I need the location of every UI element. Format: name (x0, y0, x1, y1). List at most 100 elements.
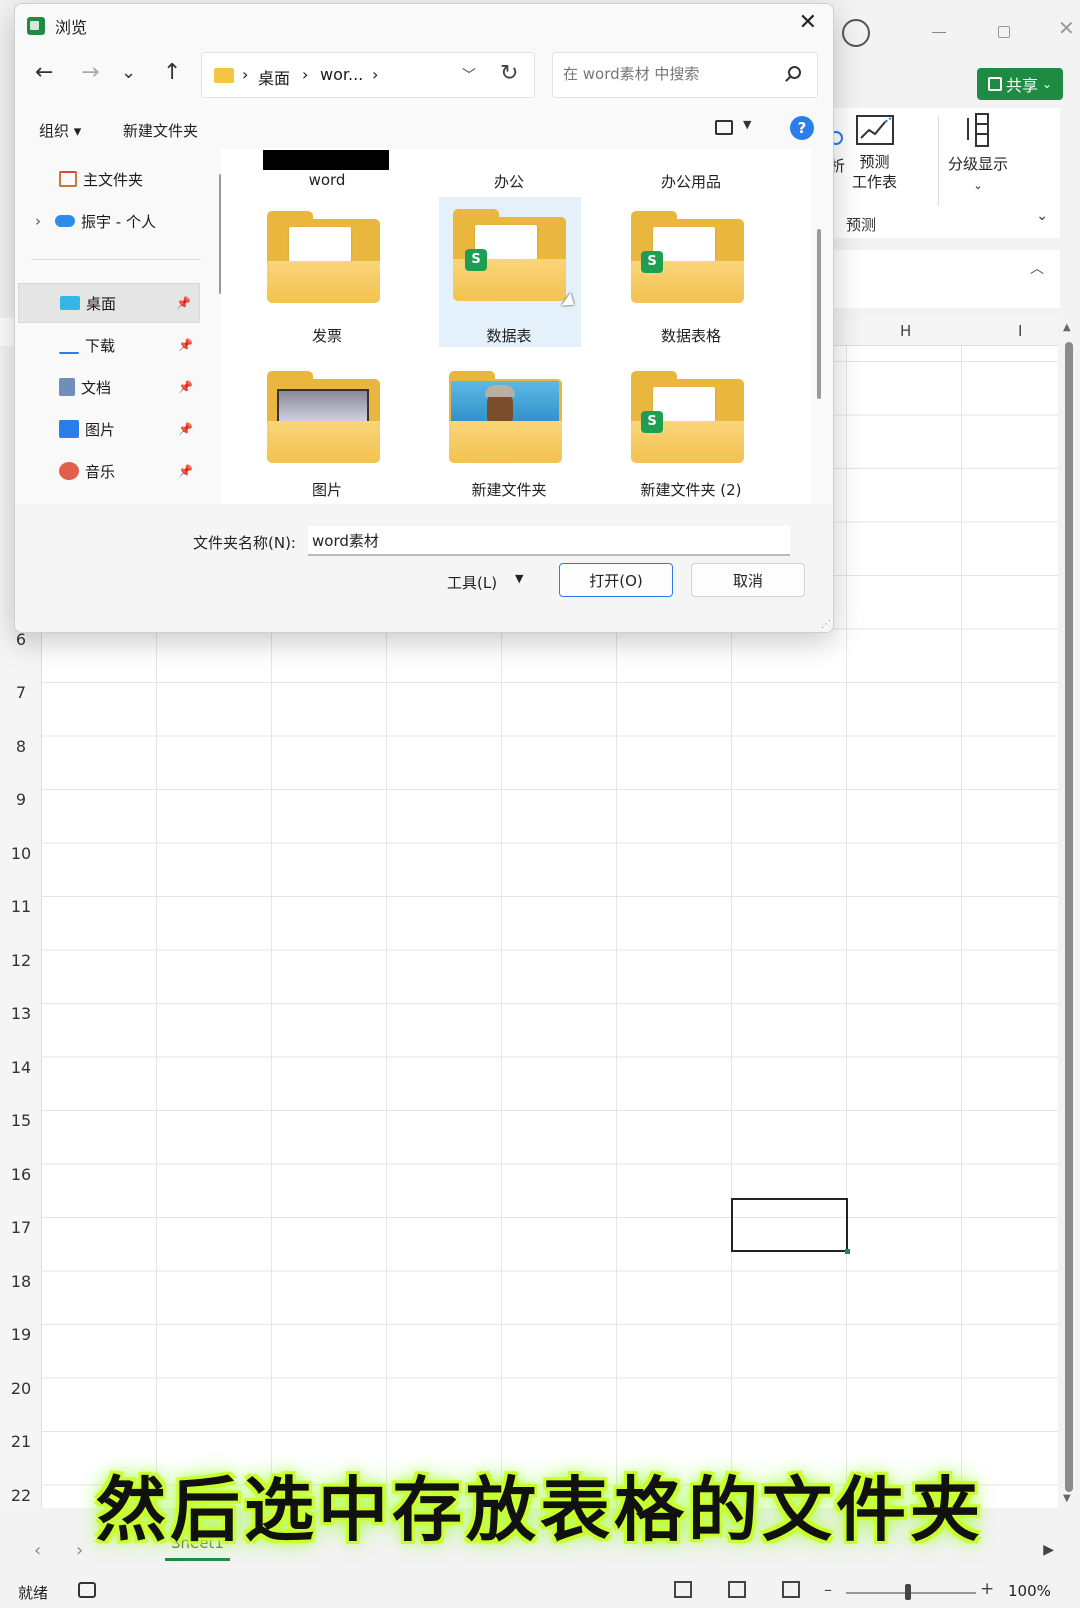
tools-button[interactable]: 工具(L) (447, 572, 497, 593)
share-button[interactable]: 共享 ⌄ (977, 68, 1063, 100)
pin-icon[interactable]: 📌 (176, 296, 191, 310)
normal-view-icon[interactable] (674, 1581, 692, 1598)
folder-name[interactable]: 新建文件夹 (429, 479, 589, 500)
pin-icon[interactable]: 📌 (178, 380, 193, 394)
folder-label-office[interactable]: 办公 (429, 171, 589, 192)
zoom-slider-thumb[interactable] (905, 1584, 911, 1600)
scroll-up-icon[interactable]: ▲ (1063, 322, 1071, 333)
breadcrumb-word[interactable]: wor... (320, 65, 363, 84)
folder-name[interactable]: 数据表格 (611, 325, 771, 346)
maximize-icon[interactable] (998, 26, 1010, 38)
document-icon (59, 378, 75, 396)
cancel-button[interactable]: 取消 (691, 563, 805, 597)
row-17[interactable]: 17 (0, 1218, 42, 1237)
organize-button[interactable]: 组织 ▾ (39, 120, 81, 141)
new-folder-button[interactable]: 新建文件夹 (123, 120, 198, 141)
nav-item-music[interactable]: 音乐 📌 (15, 451, 201, 491)
page-layout-icon[interactable] (728, 1581, 746, 1598)
row-21[interactable]: 21 (0, 1432, 42, 1451)
row-14[interactable]: 14 (0, 1058, 42, 1077)
file-list[interactable]: word 办公 办公用品 发票 S 数据表 S 数据表格 图片 新建文件夹 S … (221, 149, 811, 504)
resize-grip-icon[interactable]: ⋰ (821, 619, 831, 630)
row-19[interactable]: 19 (0, 1325, 42, 1344)
zoom-level[interactable]: 100% (1008, 1582, 1051, 1600)
forecast-sheet-button[interactable]: 预测 工作表 (852, 112, 897, 192)
folder-name[interactable]: 发票 (247, 325, 407, 346)
nav-item-label: 桌面 (86, 294, 117, 313)
close-icon[interactable]: ✕ (799, 10, 817, 35)
formula-bar[interactable]: ︿ (830, 250, 1060, 308)
view-icon[interactable] (715, 120, 733, 135)
pin-icon[interactable]: 📌 (178, 338, 193, 352)
row-7[interactable]: 7 (0, 683, 42, 702)
column-h[interactable]: H (900, 322, 911, 340)
ribbon-collapse-icon[interactable]: ⌄ (1036, 208, 1048, 224)
search-box[interactable] (552, 52, 818, 98)
expand-chevron-icon[interactable]: › (35, 212, 41, 230)
share-label: 共享 (1005, 76, 1038, 95)
address-bar[interactable]: › 桌面 › wor... › ﹀ ↻ (201, 52, 535, 98)
tools-dropdown-icon[interactable]: ▼ (515, 572, 523, 585)
folder-name[interactable]: 图片 (247, 479, 407, 500)
row-18[interactable]: 18 (0, 1272, 42, 1291)
folder-name[interactable]: 数据表 (429, 325, 589, 346)
minimize-icon[interactable] (932, 32, 946, 33)
breadcrumb-desktop[interactable]: 桌面 (258, 65, 290, 89)
help-icon[interactable]: ? (790, 116, 814, 140)
selected-cell[interactable] (731, 1198, 850, 1254)
recent-locations-icon[interactable]: ⌄ (121, 62, 136, 83)
open-button[interactable]: 打开(O) (559, 563, 673, 597)
folder-label-office-supplies[interactable]: 办公用品 (611, 171, 771, 192)
page-break-icon[interactable] (782, 1581, 800, 1598)
accessibility-icon[interactable] (78, 1582, 96, 1598)
nav-item-downloads[interactable]: 下载 📌 (15, 325, 201, 365)
pin-icon[interactable]: 📌 (178, 464, 193, 478)
row-13[interactable]: 13 (0, 1004, 42, 1023)
window-close-icon[interactable]: ✕ (1058, 16, 1075, 40)
search-input[interactable] (563, 65, 773, 83)
view-dropdown-icon[interactable]: ▼ (743, 118, 751, 131)
vertical-scrollbar[interactable]: ▲ ▼ (1058, 318, 1080, 1508)
row-10[interactable]: 10 (0, 844, 42, 863)
row-12[interactable]: 12 (0, 951, 42, 970)
row-16[interactable]: 16 (0, 1165, 42, 1184)
zoom-out-icon[interactable]: – (824, 1580, 832, 1599)
nav-item-home[interactable]: 主文件夹 (15, 159, 215, 199)
forward-icon[interactable]: → (81, 60, 99, 85)
nav-item-label: 文档 (81, 378, 112, 397)
up-icon[interactable]: ↑ (163, 60, 181, 85)
breadcrumb-sep[interactable]: › (302, 65, 308, 84)
content-scrollbar[interactable] (817, 229, 821, 399)
nav-item-documents[interactable]: 文档 📌 (15, 367, 201, 407)
breadcrumb-sep[interactable]: › (372, 65, 378, 84)
row-15[interactable]: 15 (0, 1111, 42, 1130)
folder-label-word[interactable]: word (247, 171, 407, 189)
scrollbar-thumb[interactable] (1065, 342, 1073, 1492)
redaction-bar (263, 150, 389, 170)
row-20[interactable]: 20 (0, 1379, 42, 1398)
chevron-up-icon[interactable]: ︿ (1030, 258, 1044, 278)
nav-item-onedrive[interactable]: › 振宇 - 个人 (15, 201, 215, 241)
outline-button[interactable]: 分级显示 ⌄ (948, 110, 1008, 196)
folder-name-input[interactable] (308, 526, 790, 556)
dialog-footer: 文件夹名称(N): 工具(L) ▼ 打开(O) 取消 ⋰ (15, 504, 833, 632)
back-icon[interactable]: ← (35, 60, 53, 85)
folder-front (449, 421, 562, 463)
column-i[interactable]: I (1018, 322, 1022, 340)
row-11[interactable]: 11 (0, 897, 42, 916)
zoom-in-icon[interactable]: + (980, 1579, 994, 1599)
folder-name[interactable]: 新建文件夹 (2) (611, 479, 771, 500)
zoom-slider[interactable] (846, 1592, 976, 1594)
address-dropdown-icon[interactable]: ﹀ (462, 65, 476, 85)
status-ready: 就绪 (18, 1584, 49, 1602)
search-icon[interactable] (788, 66, 801, 79)
breadcrumb-sep[interactable]: › (242, 65, 248, 84)
pin-icon[interactable]: 📌 (178, 422, 193, 436)
download-icon (59, 336, 79, 354)
nav-item-pictures[interactable]: 图片 📌 (15, 409, 201, 449)
refresh-icon[interactable]: ↻ (500, 61, 518, 86)
row-9[interactable]: 9 (0, 790, 42, 809)
account-icon[interactable] (842, 19, 870, 47)
row-8[interactable]: 8 (0, 737, 42, 756)
nav-item-desktop[interactable]: 桌面 📌 (18, 283, 200, 323)
